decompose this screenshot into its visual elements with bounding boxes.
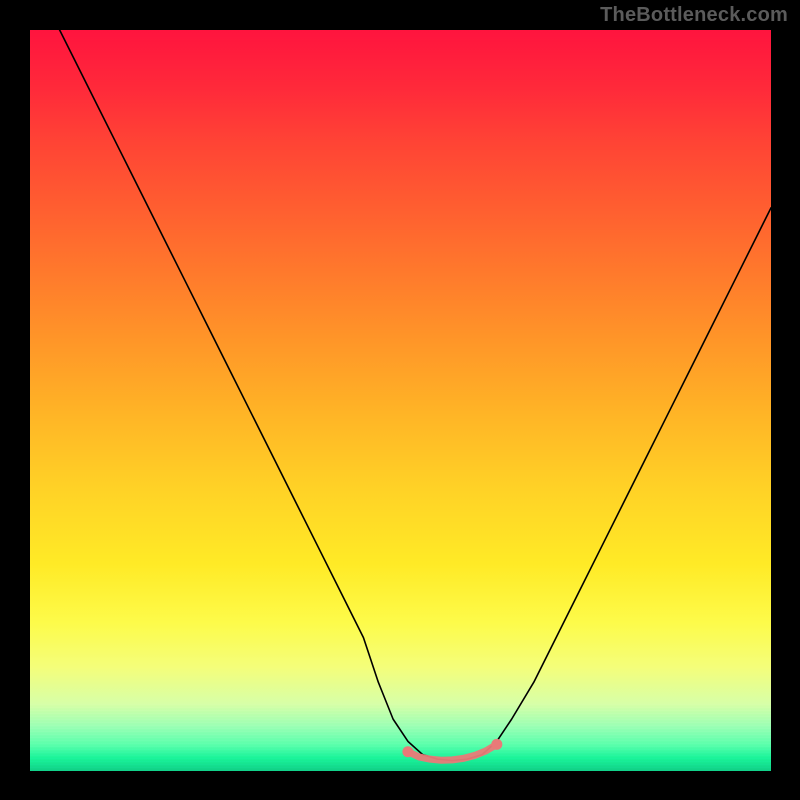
- bottleneck-curve: [30, 30, 771, 761]
- curve-layer: [30, 30, 771, 771]
- watermark-text: TheBottleneck.com: [600, 4, 788, 27]
- flat-endpoint-left: [402, 746, 413, 757]
- plot-area: [30, 30, 771, 771]
- chart-frame: TheBottleneck.com: [0, 0, 800, 800]
- flat-endpoint-right: [491, 739, 502, 750]
